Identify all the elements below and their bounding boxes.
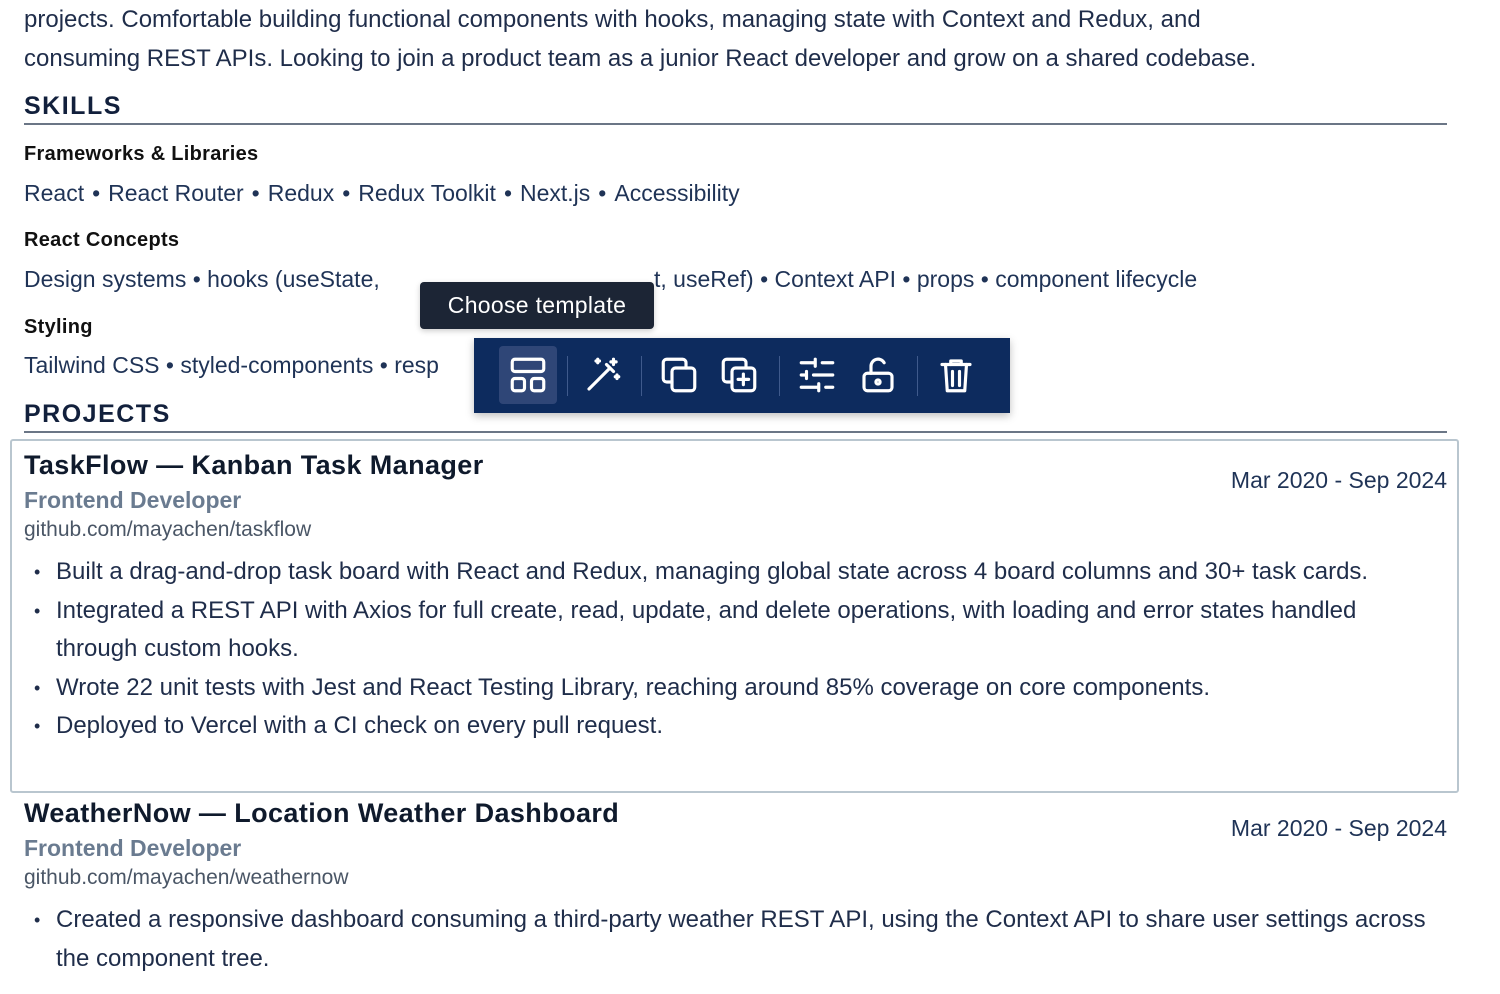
toolbar-separator [567,356,568,396]
toolbar-separator [779,356,780,396]
project-link[interactable]: github.com/mayachen/weathernow [24,866,349,890]
unlock-icon [862,357,894,393]
bullet-item: Deployed to Vercel with a CI check on ev… [24,707,1444,746]
copy-icon [661,357,697,393]
bullet-dot: • [92,180,101,206]
project-title: TaskFlow — Kanban Task Manager [24,450,484,480]
project-bullets: Created a responsive dashboard consuming… [24,901,1444,978]
project-dates: Mar 2020 - Sep 2024 [1230,467,1447,493]
project-role: Frontend Developer [24,487,242,513]
layout-template-icon [510,357,546,393]
copy-button[interactable] [650,346,708,404]
projects-section-title: PROJECTS [24,400,171,428]
skill-item: React Router [108,180,244,206]
bullet-dot: • [503,180,512,206]
skill-item: React [24,180,85,206]
toolbar-separator [641,356,642,396]
skill-group-heading: Frameworks & Libraries [24,143,259,165]
bullet-item: Built a drag-and-drop task board with Re… [24,553,1444,592]
skill-list-concepts-end: t, useRef) • Context API • props • compo… [654,266,1198,292]
skills-divider [24,123,1447,125]
skill-list-concepts-start: Design systems • hooks (useState, [24,266,387,292]
summary-line: consuming REST APIs. Looking to join a p… [24,45,1257,72]
sliders-settings-icon [799,357,835,393]
settings-button[interactable] [788,346,846,404]
summary-line: projects. Comfortable building functiona… [24,6,1201,33]
skills-section-title: SKILLS [24,92,122,120]
unlock-button[interactable] [849,346,907,404]
project-title: WeatherNow — Location Weather Dashboard [24,798,620,828]
duplicate-button[interactable] [710,346,768,404]
bullet-dot: • [342,180,351,206]
projects-divider [24,431,1447,433]
bullet-dot: • [598,180,607,206]
project-dates: Mar 2020 - Sep 2024 [1230,815,1447,841]
bullet-item: Created a responsive dashboard consuming… [24,901,1444,978]
trash-icon [940,359,972,393]
skill-item: Accessibility [614,180,740,206]
skill-list-styling: Tailwind CSS • styled-components • resp [24,352,439,378]
bullet-item: Integrated a REST API with Axios for ful… [24,592,1444,669]
duplicate-add-icon [721,357,757,393]
bullet-dot: • [251,180,260,206]
project-role: Frontend Developer [24,835,242,861]
skill-item: Redux [267,180,335,206]
magic-rewrite-button[interactable] [574,346,632,404]
delete-button[interactable] [927,346,985,404]
bullet-item: Wrote 22 unit tests with Jest and React … [24,669,1444,708]
section-toolbar [474,338,1010,413]
magic-wand-icon [587,357,621,391]
choose-template-tooltip: Choose template [420,282,654,329]
project-bullets: Built a drag-and-drop task board with Re… [24,553,1444,746]
project-link[interactable]: github.com/mayachen/taskflow [24,518,311,542]
skill-list-frameworks: React • React Router • Redux • Redux Toolkit • N… [24,180,740,207]
toolbar-separator [917,356,918,396]
skill-item: Redux Toolkit [358,180,496,206]
summary-paragraph: projects. Comfortable building functiona… [24,0,1454,78]
choose-template-button[interactable] [499,346,557,404]
skill-group-heading: React Concepts [24,229,180,251]
skill-group-heading: Styling [24,316,93,338]
skill-item: Next.js [520,180,591,206]
